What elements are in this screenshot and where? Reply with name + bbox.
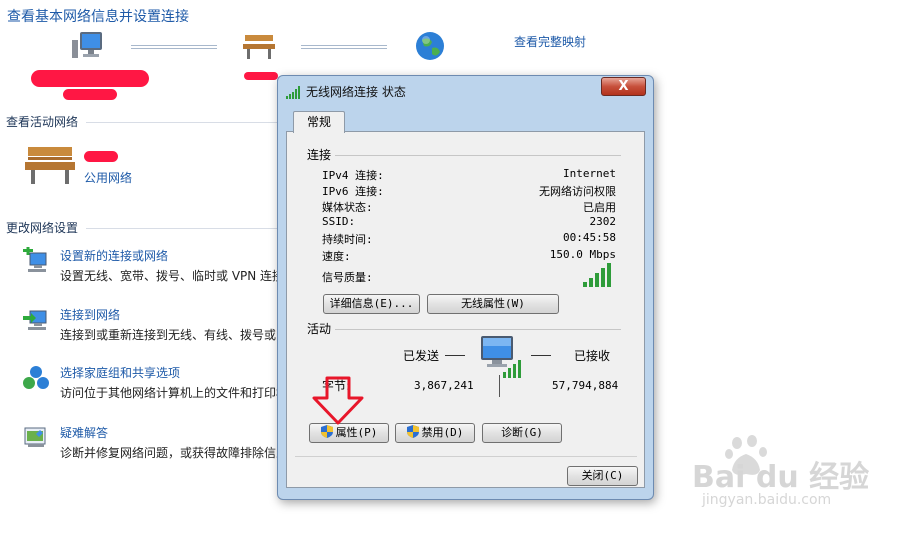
task-homegroup: 选择家庭组和共享选项 访问位于其他网络计算机上的文件和打印机: [22, 364, 280, 404]
homegroup-icon: [22, 364, 50, 392]
troubleshoot-icon: [22, 424, 50, 452]
ssid-label: SSID:: [322, 215, 356, 228]
sent-label: 已发送: [403, 349, 440, 363]
baidu-watermark-url: jingyan.baidu.com: [702, 492, 832, 508]
close-button[interactable]: 关闭(C): [567, 466, 638, 486]
computer-icon: [70, 30, 106, 62]
section-divider: [86, 122, 278, 123]
group-divider: [335, 155, 621, 156]
group-divider: [335, 329, 621, 330]
wireless-status-dialog: 无线网络连接 状态 X 常规 连接 IPv4 连接: Internet IPv6…: [277, 75, 654, 500]
redacted-mark: [63, 89, 117, 100]
button-divider: [295, 456, 637, 457]
media-state-label: 媒体状态:: [322, 201, 373, 214]
dialog-body: 连接 IPv4 连接: Internet IPv6 连接: 无网络访问权限 媒体…: [286, 131, 645, 488]
map-connector: [301, 45, 387, 49]
disable-label: 禁用(D): [421, 426, 464, 439]
task-description: 连接到或重新连接到无线、有线、拨号或 VPN: [60, 328, 278, 342]
task-link[interactable]: 选择家庭组和共享选项: [60, 364, 180, 381]
speed-label: 速度:: [322, 250, 351, 263]
ipv6-label: IPv6 连接:: [322, 185, 384, 198]
details-button[interactable]: 详细信息(E)...: [323, 294, 420, 314]
task-description: 设置无线、宽带、拨号、临时或 VPN 连接: [60, 269, 278, 283]
task-new-connection: 设置新的连接或网络 设置无线、宽带、拨号、临时或 VPN 连接: [22, 246, 280, 287]
task-connect-network: 连接到网络 连接到或重新连接到无线、有线、拨号或 VPN: [22, 306, 280, 346]
diagnose-button[interactable]: 诊断(G): [482, 423, 562, 443]
duration-value: 00:45:58: [563, 231, 616, 244]
network-computer-icon: [479, 334, 521, 378]
page-title: 查看基本网络信息并设置连接: [7, 9, 189, 25]
media-state-value: 已启用: [583, 201, 616, 214]
ipv6-value: 无网络访问权限: [539, 185, 616, 198]
uac-shield-icon: [406, 425, 419, 438]
ipv4-value: Internet: [563, 167, 616, 180]
bench-icon: [242, 32, 276, 60]
signal-quality-label: 信号质量:: [322, 271, 373, 284]
down-arrow-annotation: [310, 376, 366, 426]
signal-bars-icon: [583, 263, 611, 287]
task-link[interactable]: 连接到网络: [60, 306, 120, 323]
bytes-received-value: 57,794,884: [552, 379, 619, 392]
properties-label: 属性(P): [335, 426, 378, 439]
disable-button[interactable]: 禁用(D): [395, 423, 475, 443]
map-connector: [131, 45, 217, 49]
dialog-title: 无线网络连接 状态: [306, 85, 406, 99]
received-label: 已接收: [574, 349, 611, 363]
uac-shield-icon: [320, 425, 333, 438]
network-type-link[interactable]: 公用网络: [84, 169, 132, 186]
task-link[interactable]: 疑难解答: [60, 424, 108, 441]
bench-network-icon: [24, 143, 76, 185]
redacted-mark: [31, 70, 149, 87]
redacted-mark: [84, 151, 118, 162]
new-connection-icon: [22, 246, 50, 275]
task-troubleshoot: 疑难解答 诊断并修复网络问题，或获得故障排除信息: [22, 424, 280, 464]
speed-value: 150.0 Mbps: [549, 248, 616, 261]
section-divider: [86, 228, 278, 229]
connection-group-label: 连接: [307, 146, 336, 163]
ipv4-label: IPv4 连接:: [322, 169, 384, 182]
active-networks-heading: 查看活动网络: [6, 115, 79, 129]
view-full-map-link[interactable]: 查看完整映射: [514, 33, 586, 50]
task-description: 访问位于其他网络计算机上的文件和打印机: [60, 386, 278, 400]
ssid-value: 2302: [589, 215, 617, 228]
connect-network-icon: [22, 306, 50, 334]
activity-divider: [499, 375, 500, 397]
duration-label: 持续时间:: [322, 233, 373, 246]
task-description: 诊断并修复网络问题，或获得故障排除信息: [60, 446, 278, 460]
wireless-signal-icon: [286, 84, 302, 99]
bytes-sent-value: 3,867,241: [414, 379, 474, 392]
baidu-watermark-brand: Bai du 经验: [692, 460, 870, 495]
task-link[interactable]: 设置新的连接或网络: [60, 247, 168, 264]
wireless-properties-button[interactable]: 无线属性(W): [427, 294, 559, 314]
redacted-mark: [244, 72, 278, 80]
change-settings-heading: 更改网络设置: [6, 221, 79, 235]
activity-line: [445, 355, 465, 356]
activity-line: [531, 355, 551, 356]
close-window-button[interactable]: X: [601, 77, 646, 96]
activity-group-label: 活动: [307, 320, 336, 337]
tab-general[interactable]: 常规: [293, 111, 345, 133]
internet-globe-icon: [414, 30, 446, 62]
